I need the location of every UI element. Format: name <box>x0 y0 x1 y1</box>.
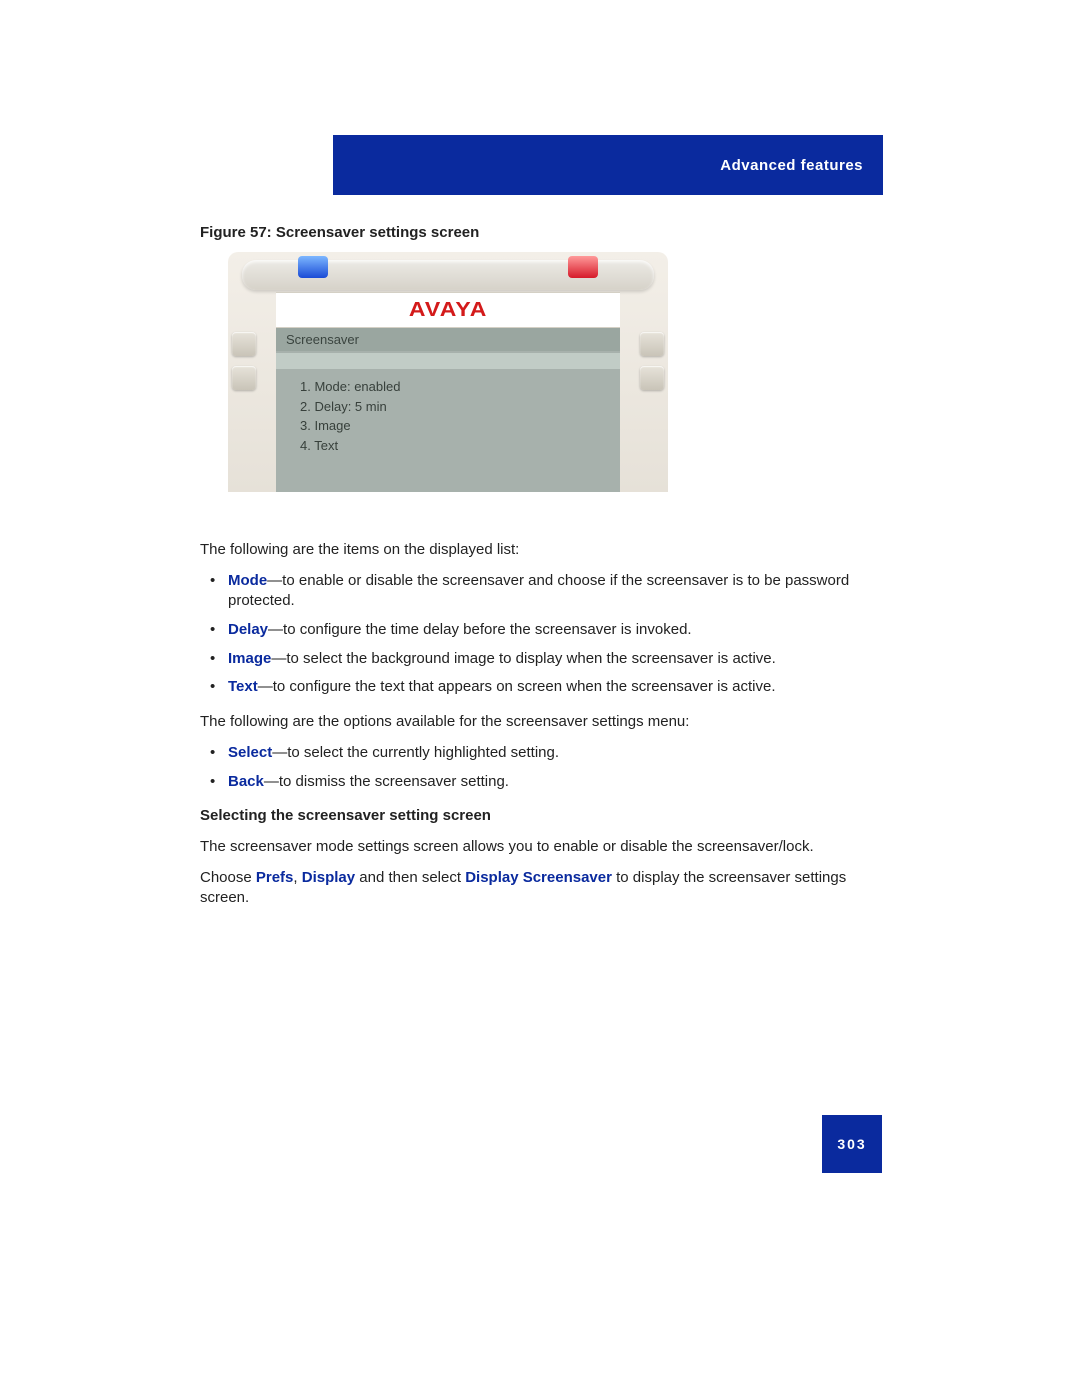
paragraph: Choose Prefs, Display and then select Di… <box>200 868 880 909</box>
list-item: Mode—to enable or disable the screensave… <box>200 571 880 612</box>
item-desc: —to enable or disable the screensaver an… <box>228 572 849 610</box>
page-number: 303 <box>837 1136 866 1152</box>
keyword: Prefs <box>256 869 294 886</box>
screen-menu-item: 1. Mode: enabled <box>300 377 596 397</box>
text-run: Choose <box>200 869 256 886</box>
item-desc: —to dismiss the screensaver setting. <box>264 773 509 790</box>
list-item: Image—to select the background image to … <box>200 649 880 670</box>
device-illustration: AVAYA Screensaver 1. Mode: enabled 2. De… <box>228 252 668 492</box>
side-button <box>640 366 664 390</box>
page-number-tab: 303 <box>822 1115 882 1173</box>
screen-title: Screensaver <box>276 328 620 351</box>
intro-paragraph: The following are the options available … <box>200 712 880 733</box>
document-page: { "header": { "section_title": "Advanced… <box>0 0 1080 1397</box>
keyword: Text <box>228 678 258 695</box>
keyword: Image <box>228 650 271 667</box>
items-list: Mode—to enable or disable the screensave… <box>200 571 880 698</box>
side-button <box>640 332 664 356</box>
text-run: , <box>293 869 301 886</box>
led-blue-icon <box>298 256 328 278</box>
side-button <box>232 366 256 390</box>
list-item: Select—to select the currently highlight… <box>200 743 880 764</box>
item-desc: —to select the background image to displ… <box>271 650 775 667</box>
screen-highlight-row <box>276 353 620 369</box>
body-text: The following are the items on the displ… <box>200 540 880 919</box>
item-desc: —to configure the time delay before the … <box>268 621 692 638</box>
side-button <box>232 332 256 356</box>
screen-menu-item: 3. Image <box>300 416 596 436</box>
section-header-bar: Advanced features <box>333 135 883 195</box>
screen-menu-item: 2. Delay: 5 min <box>300 397 596 417</box>
list-item: Delay—to configure the time delay before… <box>200 620 880 641</box>
text-run: and then select <box>355 869 465 886</box>
keyword: Display Screensaver <box>465 869 612 886</box>
figure-caption: Figure 57: Screensaver settings screen <box>200 224 479 241</box>
keyword: Select <box>228 744 272 761</box>
keyword: Back <box>228 773 264 790</box>
led-red-icon <box>568 256 598 278</box>
screen-menu-item: 4. Text <box>300 436 596 456</box>
keyword: Delay <box>228 621 268 638</box>
paragraph: The screensaver mode settings screen all… <box>200 837 880 858</box>
list-item: Text—to configure the text that appears … <box>200 677 880 698</box>
brand-band: AVAYA <box>276 292 620 328</box>
item-desc: —to select the currently highlighted set… <box>272 744 559 761</box>
list-item: Back—to dismiss the screensaver setting. <box>200 772 880 793</box>
intro-paragraph: The following are the items on the displ… <box>200 540 880 561</box>
options-list: Select—to select the currently highlight… <box>200 743 880 792</box>
keyword: Display <box>302 869 355 886</box>
section-header-title: Advanced features <box>720 157 863 174</box>
screen-menu-list: 1. Mode: enabled 2. Delay: 5 min 3. Imag… <box>276 371 620 461</box>
brand-logo: AVAYA <box>409 299 488 322</box>
keyword: Mode <box>228 572 267 589</box>
item-desc: —to configure the text that appears on s… <box>258 678 776 695</box>
device-screen: Screensaver 1. Mode: enabled 2. Delay: 5… <box>276 328 620 492</box>
subheading: Selecting the screensaver setting screen <box>200 806 880 827</box>
